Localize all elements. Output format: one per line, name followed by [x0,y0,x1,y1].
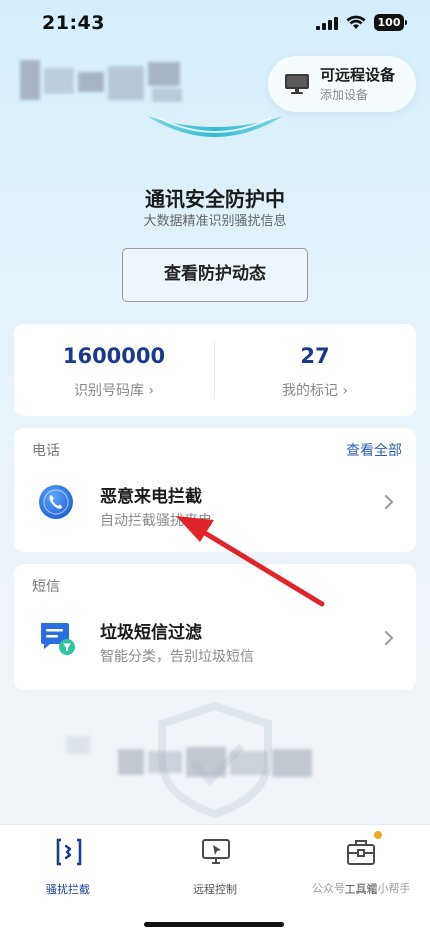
number-database-count[interactable]: 1600000 [14,344,214,368]
sms-section-card: 短信 垃圾短信过滤 智能分类，告别垃圾短信 [14,564,416,690]
shield-arc-graphic [147,116,283,137]
remote-device-title: 可远程设备 [320,66,396,84]
tab-harassment-block[interactable]: 骚扰拦截 [13,825,123,905]
watermark-text: 公众号 · 互通小帮手 [312,882,411,895]
status-time: 21:43 [42,12,105,34]
battery-indicator: 100 [374,14,407,31]
tab-remote-control-label: 远程控制 [193,883,237,896]
tab-harassment-block-label: 骚扰拦截 [46,883,90,896]
number-database-link[interactable]: 识别号码库 › [14,380,214,400]
sms-section-label: 短信 [32,579,60,595]
view-protection-activity-button[interactable]: 查看防护动态 [122,248,308,302]
remote-monitor-icon [202,839,230,864]
message-filter-icon [41,623,75,655]
stats-card: 1600000 识别号码库 › 27 我的标记 › [14,324,416,416]
my-marks-count[interactable]: 27 [215,344,415,368]
see-all-link[interactable]: 查看全部 [346,440,402,460]
chevron-right-icon [385,495,394,509]
phone-frame-icon [56,838,82,866]
spam-sms-filter-item[interactable]: 垃圾短信过滤 智能分类，告别垃圾短信 [14,606,416,686]
remote-device-subtitle: 添加设备 [320,88,369,102]
home-indicator[interactable] [144,922,284,927]
monitor-icon [285,74,309,94]
chevron-right-icon [385,631,394,645]
malicious-call-block-item[interactable]: 恶意来电拦截 自动拦截骚扰来电 [14,470,416,548]
my-marks-link[interactable]: 我的标记 › [215,380,415,400]
tab-remote-control[interactable]: 远程控制 [160,825,270,905]
wifi-icon [346,15,366,29]
malicious-call-block-title: 恶意来电拦截 [100,487,202,507]
protection-status-title: 通讯安全防护中 [145,187,285,211]
toolbox-icon [347,840,375,865]
malicious-call-block-subtitle: 自动拦截骚扰来电 [100,513,212,529]
blurred-user-name [20,60,190,102]
phone-shield-icon [39,485,73,519]
spam-sms-filter-subtitle: 智能分类，告别垃圾短信 [100,649,254,665]
spam-sms-filter-title: 垃圾短信过滤 [100,623,202,643]
remote-device-button[interactable]: 可远程设备 添加设备 [268,56,416,112]
phone-section-label: 电话 [32,443,60,459]
notification-badge [374,831,382,839]
faded-icon [66,736,90,756]
protection-status-subtitle: 大数据精准识别骚扰信息 [143,214,287,229]
phone-section-card: 电话 查看全部 恶意来电拦截 自动拦截骚扰来电 [14,428,416,552]
blurred-bottom-text [118,745,314,779]
cellular-signal-icon [316,17,338,30]
